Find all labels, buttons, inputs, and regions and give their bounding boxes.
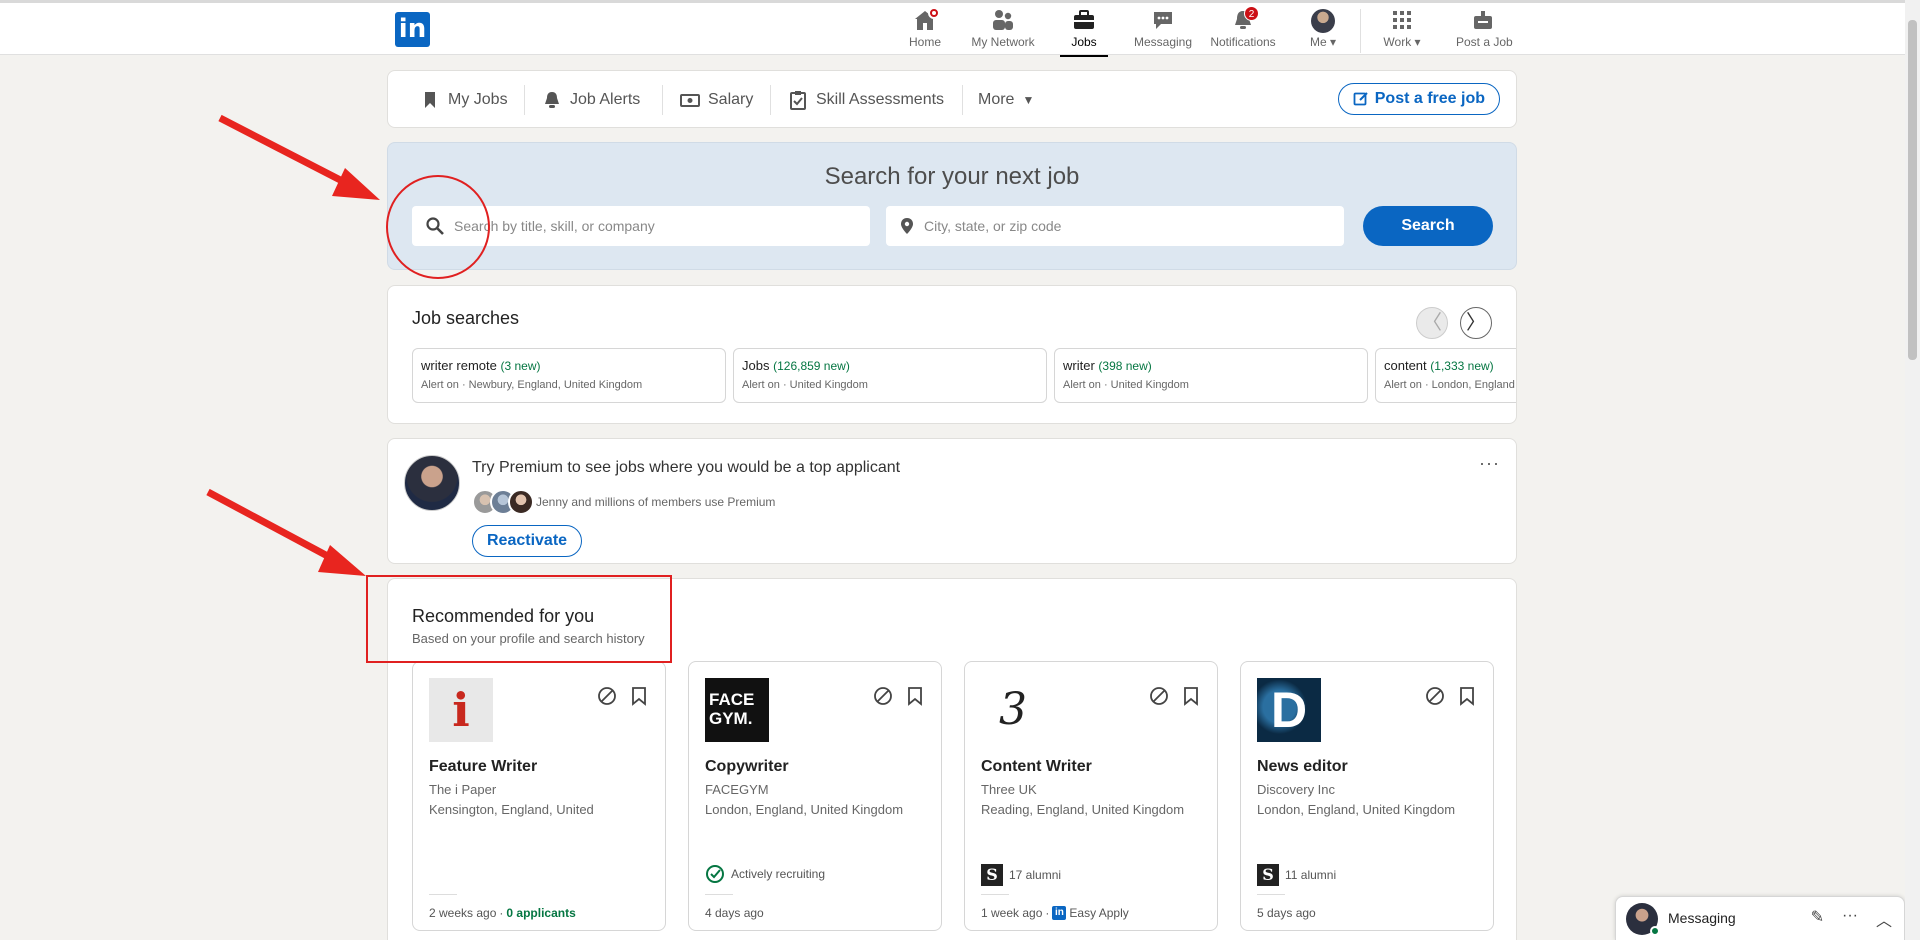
messaging-widget[interactable]: Messaging ✎ ··· ︿ — [1615, 896, 1905, 940]
scrollbar[interactable] — [1905, 0, 1920, 940]
messaging-label: Messaging — [1668, 910, 1736, 926]
chevron-up-icon[interactable]: ︿ — [1876, 907, 1892, 931]
annotation-arrows — [206, 114, 380, 576]
compose-icon[interactable]: ✎ — [1811, 907, 1824, 931]
online-status-icon — [1650, 926, 1660, 936]
scrollbar-thumb[interactable] — [1908, 20, 1917, 360]
more-options-icon[interactable]: ··· — [1842, 907, 1858, 931]
